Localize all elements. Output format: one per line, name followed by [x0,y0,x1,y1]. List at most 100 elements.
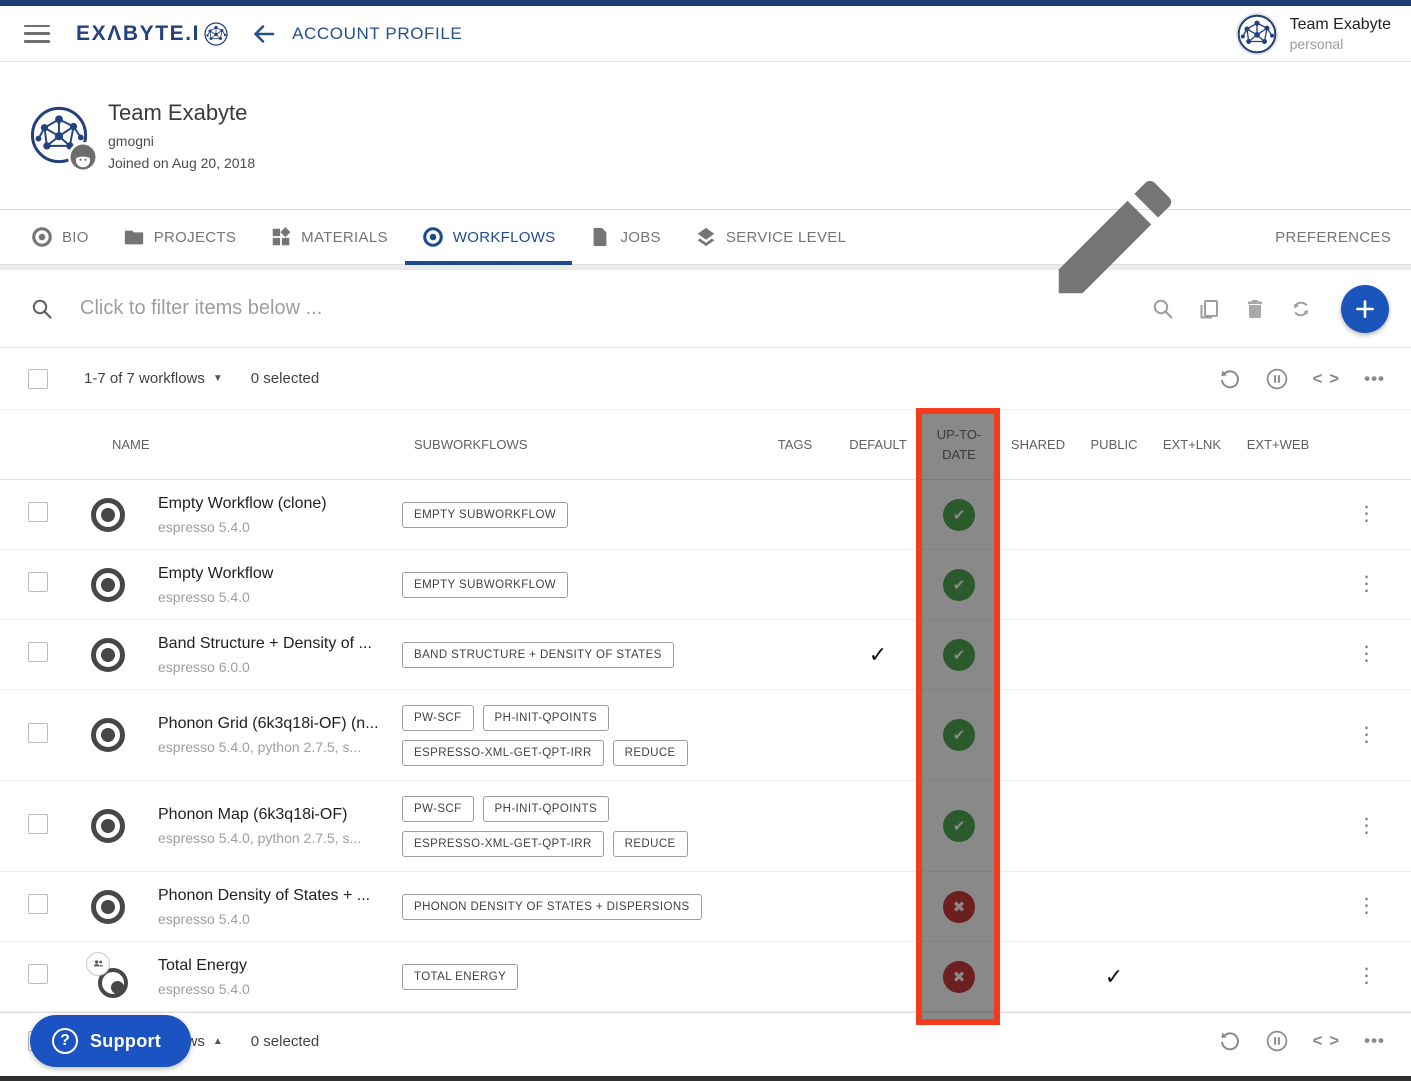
logo-text: EXΛBYTE.I [76,22,200,46]
workflow-name[interactable]: Phonon Grid (6k3q18i-OF) (n... [158,715,400,733]
row-menu-icon[interactable]: ⋮ [1357,503,1377,525]
row-checkbox[interactable] [28,964,48,984]
row-menu-icon[interactable]: ⋮ [1357,965,1377,987]
workflow-name[interactable]: Phonon Density of States + ... [158,887,400,905]
preferences-button[interactable]: PREFERENCES [965,210,1391,264]
filter-input[interactable] [80,297,1135,320]
table-row[interactable]: Phonon Map (6k3q18i-OF) espresso 5.4.0, … [0,781,1411,872]
code-icon-button[interactable]: < > [1313,1031,1341,1051]
disc-icon [422,226,444,248]
subworkflow-chip[interactable]: ESPRESSO-XML-GET-QPT-IRR [402,740,604,766]
row-menu-icon[interactable]: ⋮ [1357,724,1377,746]
table-row[interactable]: Phonon Density of States + ... espresso … [0,872,1411,942]
add-workflow-fab[interactable] [1341,285,1389,333]
up-to-date-cell: ✔ [920,810,998,842]
row-checkbox[interactable] [28,642,48,662]
col-header-default[interactable]: DEFAULT [836,435,920,455]
pause-icon-button[interactable] [1265,367,1289,391]
workflow-name[interactable]: Total Energy [158,957,400,975]
col-header-up-to-date[interactable]: UP-TO-DATE [920,425,998,464]
up-to-date-ok-icon: ✔ [943,719,975,751]
chevron-down-icon: ▼ [213,373,223,384]
tab-workflows[interactable]: WORKFLOWS [405,210,573,264]
workflow-version: espresso 5.4.0 [158,519,400,535]
up-to-date-fail-icon: ✖ [943,891,975,923]
table-row[interactable]: Empty Workflow (clone) espresso 5.4.0 EM… [0,480,1411,550]
table-row[interactable]: Total Energy espresso 5.4.0 TOTAL ENERGY… [0,942,1411,1012]
subworkflow-chip[interactable]: REDUCE [613,740,688,766]
subworkflow-chip[interactable]: PHONON DENSITY OF STATES + DISPERSIONS [402,894,702,920]
table-row[interactable]: Phonon Grid (6k3q18i-OF) (n... espresso … [0,690,1411,781]
undo-icon-button[interactable] [1217,367,1241,391]
row-menu-icon[interactable]: ⋮ [1357,643,1377,665]
subworkflow-chip[interactable]: EMPTY SUBWORKFLOW [402,502,568,528]
back-arrow-icon[interactable] [250,20,278,48]
pagination-range-dropdown[interactable]: 1-7 of 7 workflows ▼ [84,370,223,387]
subworkflow-chip[interactable]: PW-SCF [402,796,474,822]
tab-jobs[interactable]: JOBS [572,210,677,264]
workflow-name[interactable]: Band Structure + Density of ... [158,635,400,653]
default-check-icon: ✓ [869,642,887,667]
copy-icon-button[interactable] [1197,297,1221,321]
user-face-badge-icon [68,142,98,172]
account-avatar[interactable] [1236,13,1278,55]
tab-materials[interactable]: MATERIALS [253,210,405,264]
menu-icon[interactable] [24,25,50,43]
row-checkbox[interactable] [28,894,48,914]
col-header-shared[interactable]: SHARED [998,435,1078,455]
subworkflow-chip[interactable]: BAND STRUCTURE + DENSITY OF STATES [402,642,674,668]
more-icon-button[interactable]: ••• [1364,369,1385,389]
search-icon-button[interactable] [1151,297,1175,321]
subworkflow-chip[interactable]: ESPRESSO-XML-GET-QPT-IRR [402,831,604,857]
account-type: personal [1290,36,1391,52]
workflow-name[interactable]: Empty Workflow (clone) [158,495,400,513]
subworkflow-chip[interactable]: PW-SCF [402,705,474,731]
row-checkbox[interactable] [28,572,48,592]
col-header-tags[interactable]: TAGS [754,435,836,455]
col-header-ext-lnk[interactable]: EXT+LNK [1150,435,1234,455]
more-icon-button[interactable]: ••• [1364,1031,1385,1051]
tab-bio[interactable]: BIO [14,210,106,264]
bottom-gap [0,1069,1411,1076]
code-icon-button[interactable]: < > [1313,369,1341,389]
col-header-public[interactable]: PUBLIC [1078,435,1150,455]
subworkflow-chip[interactable]: PH-INIT-QPOINTS [483,705,609,731]
tab-label: BIO [62,229,89,246]
table-header-row: NAME SUBWORKFLOWS TAGS DEFAULT UP-TO-DAT… [0,410,1411,480]
col-header-name[interactable]: NAME [76,435,400,455]
sync-icon-button[interactable] [1289,297,1313,321]
row-checkbox[interactable] [28,723,48,743]
subworkflow-chip[interactable]: REDUCE [613,831,688,857]
up-to-date-cell: ✔ [920,719,998,751]
pause-icon-button[interactable] [1265,1029,1289,1053]
table-row[interactable]: Band Structure + Density of ... espresso… [0,620,1411,690]
support-label: Support [90,1031,161,1052]
profile-username: gmogni [108,133,255,149]
col-header-subworkflows[interactable]: SUBWORKFLOWS [400,435,754,455]
table-row[interactable]: Empty Workflow espresso 5.4.0 EMPTY SUBW… [0,550,1411,620]
account-switcher[interactable]: Team Exabyte personal [1290,16,1391,52]
select-all-checkbox[interactable] [28,369,48,389]
row-checkbox[interactable] [28,502,48,522]
workflow-record-icon [91,718,125,752]
selected-count: 0 selected [251,1033,319,1050]
row-checkbox[interactable] [28,814,48,834]
subworkflow-chips: BAND STRUCTURE + DENSITY OF STATES [400,642,754,668]
support-button[interactable]: ? Support [30,1015,191,1067]
col-header-ext-web[interactable]: EXT+WEB [1234,435,1322,455]
row-menu-icon[interactable]: ⋮ [1357,895,1377,917]
account-name: Team Exabyte [1290,16,1391,34]
subworkflow-chip[interactable]: PH-INIT-QPOINTS [483,796,609,822]
subworkflow-chip[interactable]: TOTAL ENERGY [402,964,518,990]
tab-service-level[interactable]: SERVICE LEVEL [678,210,863,264]
subworkflow-chip[interactable]: EMPTY SUBWORKFLOW [402,572,568,598]
trash-icon-button[interactable] [1243,297,1267,321]
row-menu-icon[interactable]: ⋮ [1357,573,1377,595]
tab-projects[interactable]: PROJECTS [106,210,253,264]
layers-icon [695,226,717,248]
row-menu-icon[interactable]: ⋮ [1357,815,1377,837]
workflow-name[interactable]: Phonon Map (6k3q18i-OF) [158,806,400,824]
logo[interactable]: EXΛBYTE.I [76,22,228,46]
undo-icon-button[interactable] [1217,1029,1241,1053]
workflow-name[interactable]: Empty Workflow [158,565,400,583]
